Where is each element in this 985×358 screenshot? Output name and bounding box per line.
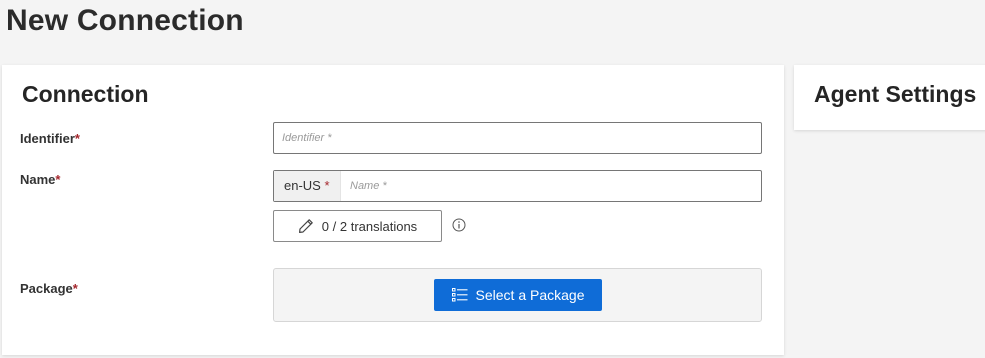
page-title: New Connection bbox=[6, 4, 244, 37]
connection-card-title: Connection bbox=[22, 81, 149, 107]
name-placeholder: Name * bbox=[350, 180, 387, 192]
name-input[interactable]: en-US * Name * bbox=[273, 170, 762, 202]
required-marker: * bbox=[74, 131, 80, 146]
identifier-label: Identifier* bbox=[20, 131, 80, 146]
required-marker: * bbox=[72, 281, 78, 296]
select-package-label: Select a Package bbox=[475, 287, 585, 303]
name-label: Name* bbox=[20, 172, 61, 187]
identifier-placeholder: Identifier * bbox=[282, 132, 332, 144]
translations-label: 0 / 2 translations bbox=[321, 218, 418, 234]
package-label: Package* bbox=[20, 281, 78, 296]
package-selector-area: Select a Package bbox=[273, 268, 762, 322]
agent-settings-title: Agent Settings bbox=[814, 81, 977, 107]
info-icon[interactable] bbox=[452, 218, 466, 232]
list-icon bbox=[451, 288, 468, 302]
required-marker: * bbox=[55, 172, 61, 187]
required-marker: * bbox=[324, 178, 330, 193]
translations-button[interactable]: 0 / 2 translations bbox=[273, 210, 442, 242]
language-prefix: en-US * bbox=[274, 171, 341, 201]
pencil-icon bbox=[298, 219, 313, 233]
identifier-input[interactable]: Identifier * bbox=[273, 122, 762, 154]
agent-settings-card: Agent Settings bbox=[794, 65, 985, 130]
select-package-button[interactable]: Select a Package bbox=[434, 279, 602, 311]
